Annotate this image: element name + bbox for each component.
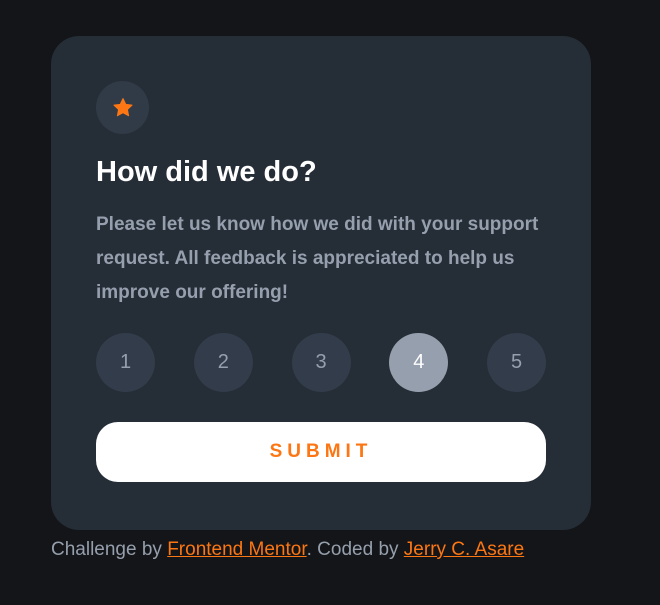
attribution-challenge-prefix: Challenge by	[51, 539, 168, 560]
rating-option-3[interactable]: 3	[291, 333, 351, 392]
card-description: Please let us know how we did with your …	[96, 214, 539, 303]
star-icon	[112, 97, 133, 116]
attribution: Challenge by Frontend Mentor. Coded by J…	[51, 538, 524, 562]
attribution-coded-prefix: . Coded by	[306, 539, 404, 560]
rating-card: How did we do? Please let us know how we…	[51, 36, 591, 530]
frontend-mentor-link[interactable]: Frontend Mentor	[167, 539, 306, 560]
rating-option-5[interactable]: 5	[487, 333, 546, 392]
rating-option-1[interactable]: 1	[96, 333, 155, 392]
coder-link[interactable]: Jerry C. Asare	[404, 539, 524, 560]
rating-option-2[interactable]: 2	[193, 333, 253, 392]
rating-options: 1 2 3 4 5	[96, 333, 546, 392]
rating-option-4[interactable]: 4	[389, 333, 449, 392]
star-icon-badge	[96, 81, 149, 134]
card-title: How did we do?	[96, 156, 317, 188]
submit-button[interactable]: SUBMIT	[96, 422, 546, 482]
